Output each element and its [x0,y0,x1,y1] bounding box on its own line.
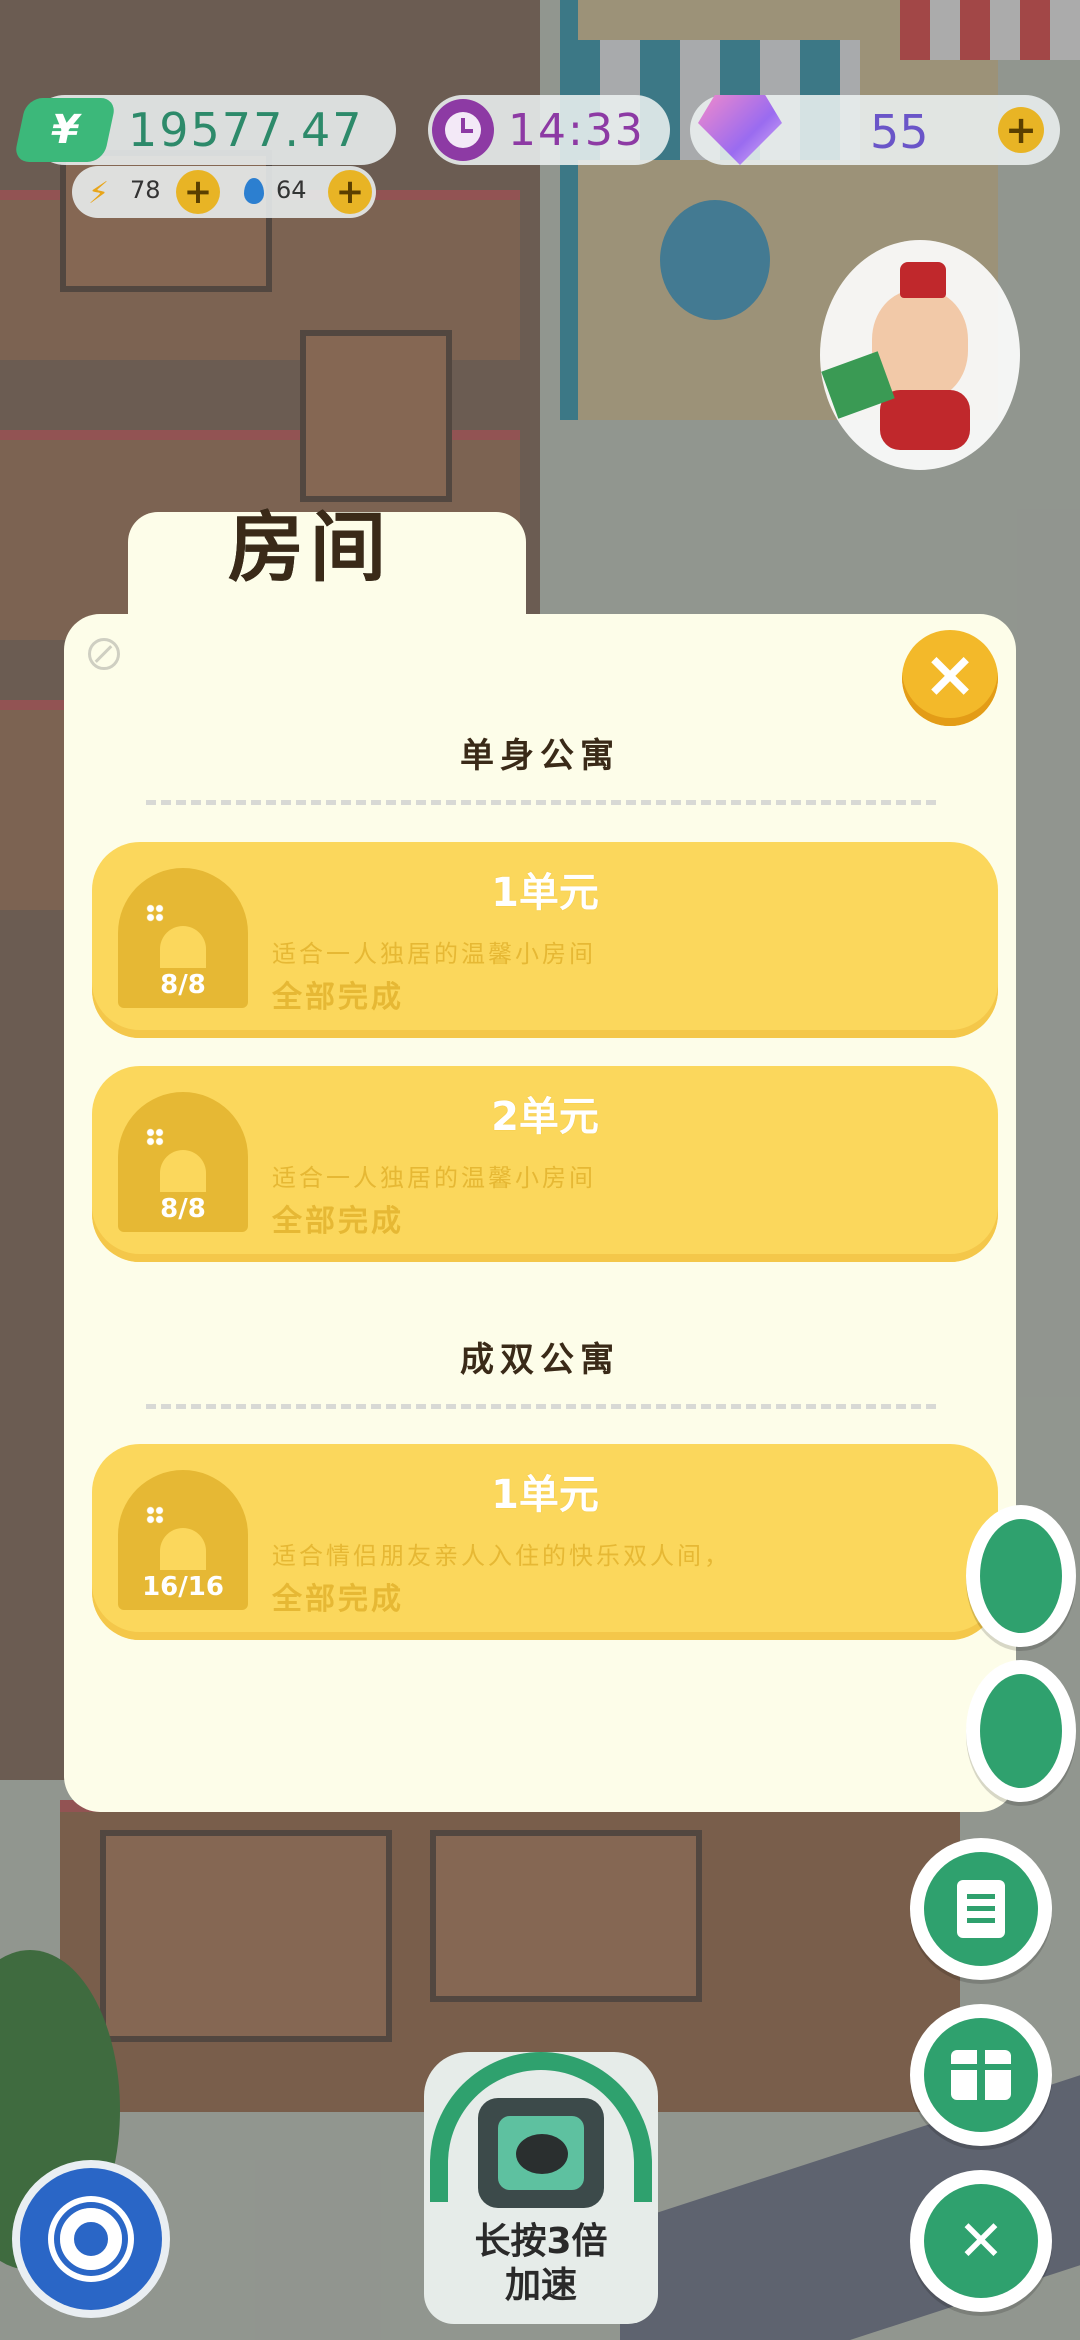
npc-merchant-bubble[interactable] [820,240,1020,470]
build-tools-button[interactable]: ✕ [910,2170,1052,2312]
unit-status: 全部完成 [272,980,404,1015]
npc-hat [900,262,946,298]
divider [146,800,936,805]
tools-icon: ✕ [957,2208,1005,2274]
unit-name: 1单元 [491,1472,599,1518]
fast-forward-glyph [516,2134,568,2174]
speed-up-button[interactable]: 长按3倍 加速 [424,2052,658,2324]
settings-gear-icon [60,2208,122,2270]
speed-label-line1: 长按3倍 [474,2221,608,2262]
gem-icon [698,95,782,165]
unit-description: 适合情侣朋友亲人入住的快乐双人间， [272,1542,731,1570]
speed-label: 长按3倍 加速 [424,2220,658,2308]
water-value: 64 [276,176,307,204]
side-button-partial-1[interactable] [966,1505,1076,1647]
energy-value: 78 [130,176,161,204]
close-icon: × [923,638,977,712]
unit-name: 2单元 [491,1094,599,1140]
add-gems-button[interactable]: + [998,107,1044,153]
room-card-single-unit2[interactable]: 8/8 2单元 适合一人独居的温馨小房间 全部完成 [92,1066,998,1262]
room-card-single-unit1[interactable]: 8/8 1单元 适合一人独居的温馨小房间 全部完成 [92,842,998,1038]
clock-icon [432,99,494,161]
room-count: 8/8 [160,1194,206,1224]
section-title-single: 单身公寓 [460,736,620,776]
game-clock: 14:33 [428,95,670,165]
gift-button[interactable] [910,2004,1052,2146]
unit-description: 适合一人独居的温馨小房间 [272,940,596,968]
water-icon [244,178,264,204]
section-title-double: 成双公寓 [460,1340,620,1380]
speed-label-line2: 加速 [504,2265,577,2306]
info-icon [88,638,120,670]
gem-value: 55 [870,105,929,159]
add-energy-button[interactable]: + [176,170,220,214]
unit-name: 1单元 [491,870,599,916]
unit-status: 全部完成 [272,1582,404,1617]
unit-status: 全部完成 [272,1204,404,1239]
energy-icon: ⚡ [88,176,110,211]
close-button[interactable]: × [902,630,998,726]
add-water-button[interactable]: + [328,170,372,214]
room-card-double-unit1[interactable]: 16/16 1单元 适合情侣朋友亲人入住的快乐双人间， 全部完成 [92,1444,998,1640]
tasks-button[interactable] [910,1838,1052,1980]
divider [146,1404,936,1409]
room-count: 8/8 [160,970,206,1000]
settings-button[interactable] [20,2168,162,2310]
side-button-partial-2[interactable] [966,1660,1076,1802]
clock-value: 14:33 [508,104,645,156]
money-counter: ¥ 19577.47 [13,95,396,165]
modal-title: 房间 [228,503,392,592]
unit-description: 适合一人独居的温馨小房间 [272,1164,596,1192]
money-value: 19577.47 [128,103,364,157]
document-icon [957,1880,1005,1938]
resource-bar: ⚡ 78 + 64 + [72,166,376,218]
npc-body [880,390,970,450]
room-count: 16/16 [142,1572,224,1602]
money-icon: ¥ [13,98,117,162]
gift-icon [951,2050,1011,2100]
